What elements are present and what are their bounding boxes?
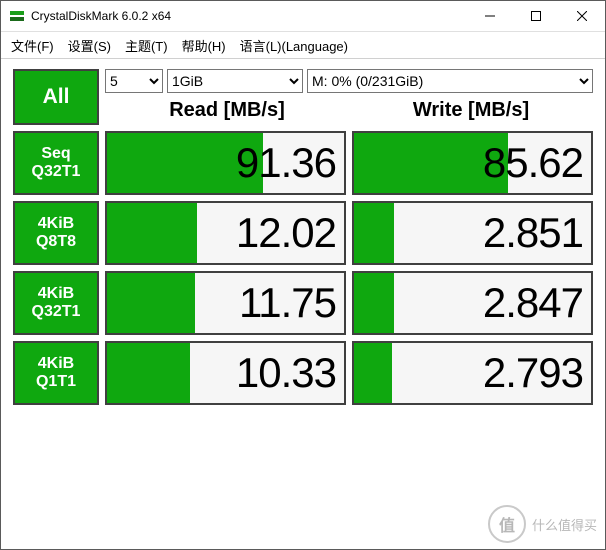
read-cell: 11.75 — [105, 271, 346, 335]
read-bar — [107, 273, 195, 333]
watermark: 值 什么值得买 — [488, 505, 597, 543]
read-bar — [107, 343, 190, 403]
write-cell: 2.851 — [352, 201, 593, 265]
read-header: Read [MB/s] — [105, 99, 349, 122]
read-cell: 91.36 — [105, 131, 346, 195]
write-bar — [354, 203, 394, 263]
write-value: 2.793 — [483, 349, 583, 397]
menubar: 文件(F) 设置(S) 主题(T) 帮助(H) 语言(L)(Language) — [1, 32, 605, 59]
read-value: 10.33 — [236, 349, 336, 397]
write-bar — [354, 273, 394, 333]
result-row: SeqQ32T1 91.36 85.62 — [13, 131, 593, 195]
test-count-select[interactable]: 5 — [105, 69, 163, 93]
read-bar — [107, 203, 197, 263]
read-value: 91.36 — [236, 139, 336, 187]
write-cell: 2.793 — [352, 341, 593, 405]
test-size-select[interactable]: 1GiB — [167, 69, 303, 93]
write-value: 2.847 — [483, 279, 583, 327]
write-value: 2.851 — [483, 209, 583, 257]
menu-language[interactable]: 语言(L)(Language) — [236, 34, 352, 57]
write-value: 85.62 — [483, 139, 583, 187]
window-title: CrystalDiskMark 6.0.2 x64 — [31, 9, 467, 23]
read-value: 12.02 — [236, 209, 336, 257]
result-row: 4KiBQ8T8 12.02 2.851 — [13, 201, 593, 265]
app-window: CrystalDiskMark 6.0.2 x64 文件(F) 设置(S) 主题… — [0, 0, 606, 550]
all-button[interactable]: All — [13, 69, 99, 125]
watermark-badge-icon: 值 — [488, 505, 526, 543]
menu-theme[interactable]: 主题(T) — [121, 34, 172, 57]
close-button[interactable] — [559, 1, 605, 31]
read-cell: 10.33 — [105, 341, 346, 405]
content: All 5 1GiB M: 0% (0/231GiB) Read [MB/s] … — [1, 59, 605, 411]
test-button-4kib-q32t1[interactable]: 4KiBQ32T1 — [13, 271, 99, 335]
read-value: 11.75 — [239, 279, 336, 327]
test-button-seq-q32t1[interactable]: SeqQ32T1 — [13, 131, 99, 195]
write-bar — [354, 343, 392, 403]
drive-select[interactable]: M: 0% (0/231GiB) — [307, 69, 593, 93]
titlebar: CrystalDiskMark 6.0.2 x64 — [1, 1, 605, 32]
result-row: 4KiBQ1T1 10.33 2.793 — [13, 341, 593, 405]
result-row: 4KiBQ32T1 11.75 2.847 — [13, 271, 593, 335]
minimize-button[interactable] — [467, 1, 513, 31]
menu-file[interactable]: 文件(F) — [7, 34, 58, 57]
menu-help[interactable]: 帮助(H) — [178, 34, 230, 57]
app-icon — [9, 8, 25, 24]
read-cell: 12.02 — [105, 201, 346, 265]
maximize-button[interactable] — [513, 1, 559, 31]
watermark-text: 什么值得买 — [532, 515, 597, 534]
menu-settings[interactable]: 设置(S) — [64, 34, 115, 57]
test-button-4kib-q1t1[interactable]: 4KiBQ1T1 — [13, 341, 99, 405]
result-rows: SeqQ32T191.3685.624KiBQ8T812.022.8514KiB… — [13, 131, 593, 405]
write-header: Write [MB/s] — [349, 99, 593, 122]
write-cell: 85.62 — [352, 131, 593, 195]
write-cell: 2.847 — [352, 271, 593, 335]
test-button-4kib-q8t8[interactable]: 4KiBQ8T8 — [13, 201, 99, 265]
